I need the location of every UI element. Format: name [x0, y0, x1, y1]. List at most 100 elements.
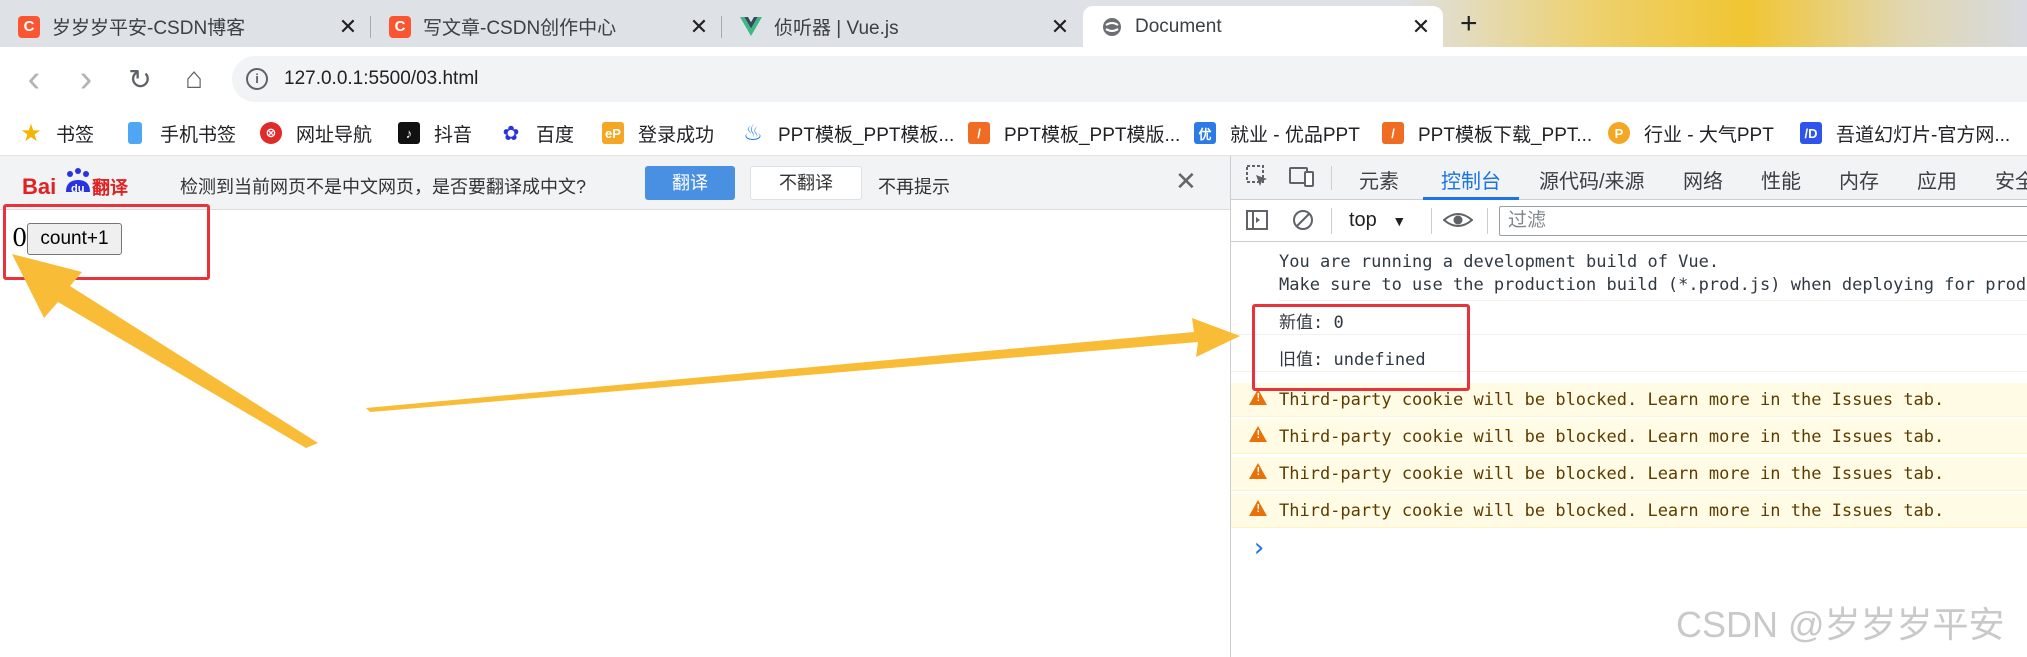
- address-url[interactable]: 127.0.0.1:5500/03.html: [284, 68, 478, 90]
- context-value: top: [1349, 209, 1377, 231]
- bookmark-item[interactable]: ✿ 百度: [500, 119, 574, 147]
- bookmark-item[interactable]: ⊗ 网址导航: [260, 119, 372, 147]
- warning-icon: [1249, 463, 1267, 479]
- tab-console[interactable]: 控制台: [1441, 165, 1501, 194]
- bookmark-label: PPT模板_PPT模板...: [778, 124, 955, 146]
- csdn-icon: C: [389, 15, 411, 38]
- toolbar-divider: [1431, 208, 1432, 234]
- close-icon[interactable]: ✕: [687, 14, 711, 40]
- svg-text:du: du: [71, 183, 84, 195]
- ep-icon: eP: [602, 122, 624, 144]
- browser-toolbar: ‹ › ↻ ⌂ i 127.0.0.1:5500/03.html: [0, 47, 2027, 111]
- eye-icon[interactable]: [1442, 208, 1474, 238]
- watermark: CSDN @岁岁岁平安: [1676, 604, 2005, 645]
- tab-performance[interactable]: 性能: [1761, 165, 1801, 194]
- bookmark-item[interactable]: eP 登录成功: [602, 119, 714, 147]
- tab-document[interactable]: Document ✕: [1083, 6, 1443, 47]
- close-icon[interactable]: ✕: [1409, 14, 1433, 40]
- ppt-icon: ♨: [743, 120, 763, 145]
- translate-bar: Bai du 翻译 检测到当前网页不是中文网页，是否要翻译成中文? 翻译 不翻译…: [0, 156, 1230, 210]
- reload-icon[interactable]: ↻: [122, 61, 158, 97]
- toolbar-divider: [1331, 208, 1332, 234]
- context-selector[interactable]: top ▼: [1349, 209, 1406, 232]
- bookmark-item[interactable]: ♪ 抖音: [398, 119, 472, 147]
- console-warning-text: Third-party cookie will be blocked. Lear…: [1279, 390, 1945, 410]
- p-icon: P: [1608, 122, 1630, 144]
- tab-strip-decoration: [1400, 0, 2027, 47]
- devtools-tab-bar: 元素 控制台 源代码/来源 网络 性能 内存 应用 安全: [1231, 156, 2027, 200]
- bookmark-label: 行业 - 大气PPT: [1644, 124, 1774, 146]
- bookmark-item[interactable]: ★ 书签: [20, 119, 94, 147]
- back-icon[interactable]: ‹: [16, 58, 52, 100]
- bookmark-item[interactable]: /D 吾道幻灯片-官方网...: [1800, 119, 2010, 147]
- bookmark-label: PPT模板下载_PPT...: [1418, 124, 1593, 146]
- bookmark-label: 登录成功: [638, 124, 715, 146]
- tab-elements[interactable]: 元素: [1359, 165, 1399, 194]
- tab-sources[interactable]: 源代码/来源: [1539, 165, 1645, 194]
- console-warning-text: Third-party cookie will be blocked. Lear…: [1279, 501, 1945, 521]
- toolbar-divider: [1487, 208, 1488, 234]
- tab-memory[interactable]: 内存: [1839, 165, 1879, 194]
- bookmarks-bar: ★ 书签 手机书签 ⊗ 网址导航 ♪ 抖音 ✿ 百度 eP 登录成功 ♨ PPT…: [0, 111, 2027, 156]
- phone-icon: [128, 122, 142, 144]
- sidebar-toggle-icon[interactable]: [1245, 208, 1269, 238]
- bookmark-label: 百度: [536, 124, 575, 146]
- close-icon[interactable]: ✕: [1048, 14, 1072, 40]
- tab-vue-watchers[interactable]: 侦听器 | Vue.js ✕: [722, 6, 1082, 47]
- navigation-icon: ⊗: [260, 122, 282, 144]
- console-info-line: You are running a development build of V…: [1279, 252, 1720, 272]
- bookmark-item[interactable]: 优 就业 - 优品PPT: [1194, 119, 1360, 147]
- inspect-element-icon[interactable]: [1245, 164, 1269, 194]
- warning-icon: [1249, 389, 1267, 405]
- annotation-box-console: [1252, 304, 1470, 391]
- tab-title: 写文章-CSDN创作中心: [423, 18, 617, 39]
- baidu-translate-logo: Bai du 翻译: [22, 166, 132, 200]
- annotation-box-page: [3, 204, 210, 280]
- ppt-icon: /: [968, 122, 990, 144]
- no-translate-button[interactable]: 不翻译: [750, 166, 862, 200]
- tab-application[interactable]: 应用: [1917, 165, 1957, 194]
- tab-security[interactable]: 安全: [1995, 165, 2027, 194]
- bookmark-item[interactable]: / PPT模板下载_PPT...: [1382, 119, 1592, 147]
- console-warning-text: Third-party cookie will be blocked. Lear…: [1279, 464, 1945, 484]
- never-show-link[interactable]: 不再提示: [878, 173, 950, 199]
- toolbar-divider: [1331, 166, 1332, 190]
- bookmark-item[interactable]: P 行业 - 大气PPT: [1608, 119, 1774, 147]
- star-icon: ★: [20, 119, 42, 147]
- baidu-icon: ✿: [502, 122, 520, 145]
- bookmark-label: 抖音: [434, 124, 473, 146]
- clear-console-icon[interactable]: [1291, 208, 1315, 238]
- tab-csdn-editor[interactable]: C 写文章-CSDN创作中心 ✕: [371, 6, 721, 47]
- bookmark-label: PPT模板_PPT模版...: [1004, 124, 1181, 146]
- home-icon[interactable]: ⌂: [176, 61, 212, 97]
- globe-icon: [1101, 16, 1123, 38]
- console-toolbar: top ▼ 过滤: [1231, 200, 2027, 242]
- bookmark-item[interactable]: / PPT模板_PPT模版...: [968, 119, 1180, 147]
- bookmark-label: 吾道幻灯片-官方网...: [1836, 124, 2011, 146]
- tab-csdn-blog[interactable]: C 岁岁岁平安-CSDN博客 ✕: [0, 6, 370, 47]
- console-warning-text: Third-party cookie will be blocked. Lear…: [1279, 427, 1945, 447]
- chevron-right-icon: ›: [1251, 533, 1267, 563]
- vue-icon: [740, 16, 762, 38]
- translate-button[interactable]: 翻译: [645, 166, 735, 200]
- info-icon[interactable]: i: [246, 68, 268, 90]
- bookmark-item[interactable]: 手机书签: [124, 119, 236, 147]
- bookmark-item[interactable]: ♨ PPT模板_PPT模板...: [742, 119, 954, 147]
- bookmark-label: 就业 - 优品PPT: [1230, 124, 1360, 146]
- filter-input[interactable]: 过滤: [1499, 206, 2027, 236]
- tab-title: Document: [1135, 15, 1222, 37]
- console-prompt[interactable]: ›: [1231, 531, 2027, 571]
- new-tab-button[interactable]: +: [1460, 6, 1478, 42]
- tab-strip: C 岁岁岁平安-CSDN博客 ✕ C 写文章-CSDN创作中心 ✕ 侦听器 | …: [0, 0, 2027, 47]
- address-bar[interactable]: i 127.0.0.1:5500/03.html: [232, 56, 2027, 102]
- console-warning-row: Third-party cookie will be blocked. Lear…: [1231, 420, 2027, 454]
- ppt-icon: /: [1382, 122, 1404, 144]
- tab-network[interactable]: 网络: [1683, 165, 1723, 194]
- translate-message: 检测到当前网页不是中文网页，是否要翻译成中文?: [180, 177, 587, 197]
- forward-icon[interactable]: ›: [68, 58, 104, 100]
- devtools-panel: 元素 控制台 源代码/来源 网络 性能 内存 应用 安全 top ▼ 过滤 Yo…: [1230, 156, 2027, 657]
- device-toolbar-icon[interactable]: [1289, 164, 1315, 194]
- close-icon[interactable]: ✕: [336, 14, 360, 40]
- warning-icon: [1249, 426, 1267, 442]
- close-icon[interactable]: ✕: [1175, 166, 1197, 197]
